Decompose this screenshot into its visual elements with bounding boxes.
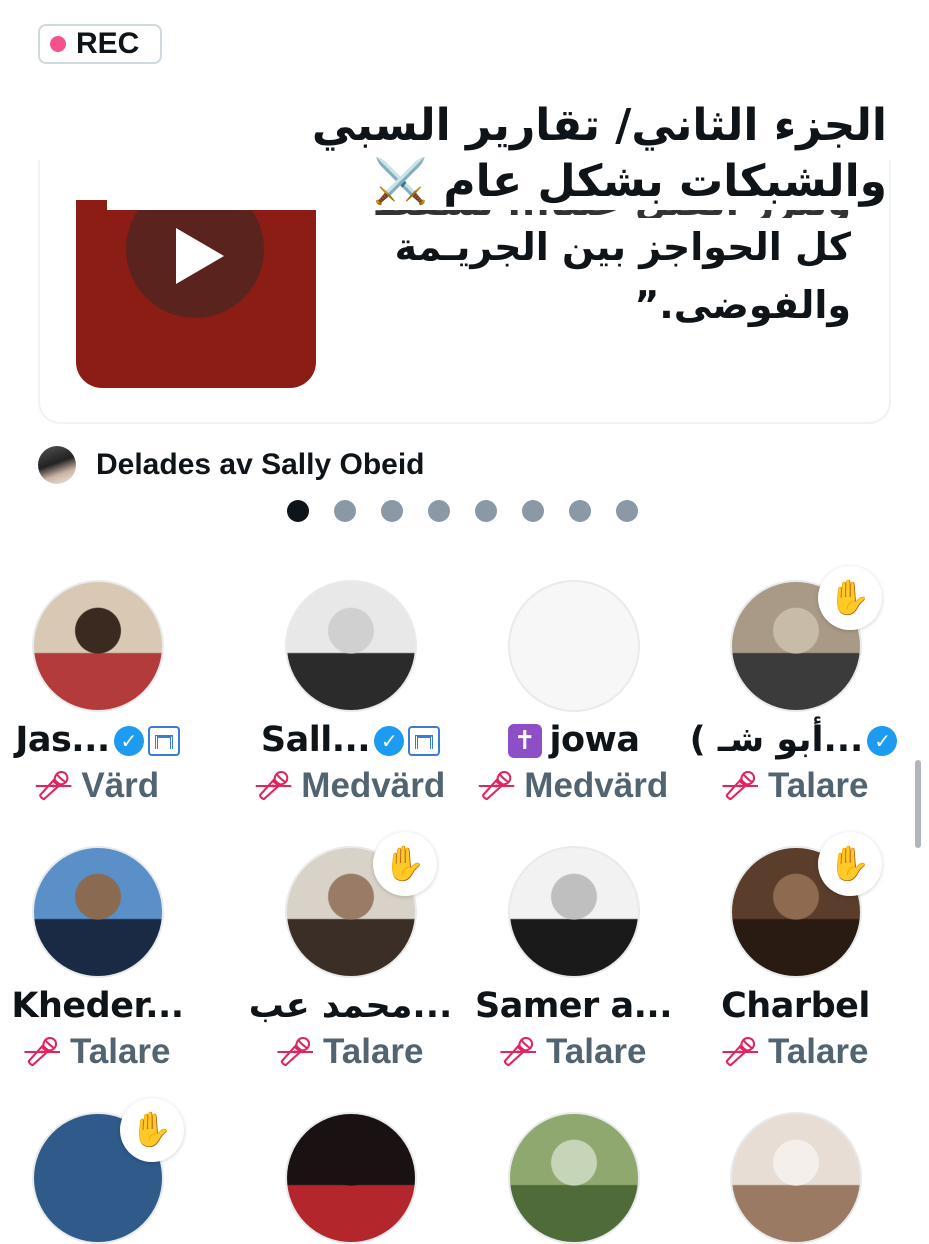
participant-name-text: محمد عب... xyxy=(248,986,453,1026)
participant-name: Kheder... xyxy=(0,986,209,1026)
participant-role: 🎤︎ Värd xyxy=(0,766,209,806)
raised-hand-icon: ✋ xyxy=(817,832,882,896)
participant-role-text: Medvärd xyxy=(301,766,446,805)
mic-muted-icon: 🎤︎ xyxy=(722,770,758,801)
scrollbar[interactable] xyxy=(915,760,921,848)
page-dot[interactable] xyxy=(428,500,450,522)
participant-name-text: Sall... xyxy=(260,720,371,760)
participant-role-text: Talare xyxy=(768,766,869,805)
participant-name-text: Charbel xyxy=(721,986,870,1026)
mic-muted-icon: 🎤︎ xyxy=(500,1036,536,1067)
page-dot[interactable] xyxy=(334,500,356,522)
participant-role: 🎤︎ Medvärd xyxy=(462,766,685,806)
mic-muted-icon: 🎤︎ xyxy=(478,770,515,801)
page-dot[interactable] xyxy=(287,500,309,522)
mic-muted-icon: 🎤︎ xyxy=(255,770,292,801)
participant-avatar[interactable] xyxy=(507,1112,640,1244)
participant-avatar[interactable] xyxy=(507,580,640,712)
page-dot[interactable] xyxy=(569,500,591,522)
quote-line: والفوضى.” xyxy=(634,283,851,327)
participant-name: ( أبو شـ... ✓ xyxy=(684,720,907,760)
participant-name-text: jowa xyxy=(549,720,641,760)
participant-role-text: Talare xyxy=(323,1032,424,1071)
verified-badge-icon: ✓ xyxy=(374,726,405,756)
participant-avatar[interactable] xyxy=(31,580,164,712)
play-icon[interactable] xyxy=(176,228,224,284)
rec-dot-icon xyxy=(50,36,66,52)
participant-name: Charbel xyxy=(684,986,907,1026)
participant-avatar[interactable] xyxy=(31,846,164,978)
participant-role: 🎤︎ Talare xyxy=(0,1032,209,1072)
sharer-avatar[interactable] xyxy=(38,446,76,484)
shared-by-label: Delades av Sally Obeid xyxy=(96,448,425,481)
participant-role-text: Talare xyxy=(768,1032,869,1071)
participant-role: 🎤︎ Talare xyxy=(462,1032,685,1072)
participant-role-text: Talare xyxy=(70,1032,171,1071)
mic-muted-icon: 🎤︎ xyxy=(24,1036,60,1067)
participant-avatar[interactable] xyxy=(284,1112,417,1244)
quote-line: كل الحواجز بين الجريـمة xyxy=(394,225,851,269)
participant-name: Jas... ✓ xyxy=(0,720,209,760)
participant-avatar[interactable] xyxy=(729,1112,862,1244)
participant-name: Sall... ✓ xyxy=(239,720,462,760)
participant-name-text: ( أبو شـ... xyxy=(689,720,864,760)
participant-role-text: Medvärd xyxy=(524,766,669,805)
post-quote: ويبرر القتل علنا... تسقط كل الحواجز بين … xyxy=(331,192,851,334)
mic-muted-icon: 🎤︎ xyxy=(35,770,72,801)
rec-label: REC xyxy=(76,27,140,60)
participant-name: محمد عب... xyxy=(239,986,462,1026)
government-badge-icon xyxy=(408,726,441,756)
participant-role-text: Värd xyxy=(81,766,160,805)
raised-hand-icon: ✋ xyxy=(119,1098,184,1162)
participant-name-text: Kheder... xyxy=(11,986,184,1026)
participant-role: 🎤︎ Talare xyxy=(684,766,907,806)
participant-role: 🎤︎ Medvärd xyxy=(239,766,462,806)
participant-name: ✝ jowa xyxy=(462,720,685,760)
page-dot[interactable] xyxy=(522,500,544,522)
page-dot[interactable] xyxy=(381,500,403,522)
participant-name-text: Samer a... xyxy=(475,986,673,1026)
participant-role: 🎤︎ Talare xyxy=(684,1032,907,1072)
mic-muted-icon: 🎤︎ xyxy=(722,1036,758,1067)
participant-name-text: Jas... xyxy=(15,720,110,760)
raised-hand-icon: ✋ xyxy=(817,566,882,630)
government-badge-icon xyxy=(147,726,180,756)
verified-badge-icon: ✓ xyxy=(113,726,144,756)
rec-indicator: REC xyxy=(38,24,162,64)
raised-hand-icon: ✋ xyxy=(372,832,437,896)
space-title: الجزء الثاني/ تقارير السبي والشبكات بشكل… xyxy=(107,98,887,210)
cross-emoji-icon: ✝ xyxy=(507,724,542,758)
participant-role: 🎤︎ Talare xyxy=(239,1032,462,1072)
participant-avatar[interactable] xyxy=(507,846,640,978)
verified-badge-icon: ✓ xyxy=(867,726,898,756)
page-dot[interactable] xyxy=(475,500,497,522)
participant-avatar[interactable] xyxy=(284,580,417,712)
shared-by[interactable]: Delades av Sally Obeid xyxy=(38,446,425,484)
participant-role-text: Talare xyxy=(546,1032,647,1071)
participant-name: Samer a... xyxy=(462,986,685,1026)
pagination-dots[interactable] xyxy=(287,500,638,522)
mic-muted-icon: 🎤︎ xyxy=(277,1036,313,1067)
page-dot[interactable] xyxy=(616,500,638,522)
video-thumbnail[interactable] xyxy=(76,200,316,388)
